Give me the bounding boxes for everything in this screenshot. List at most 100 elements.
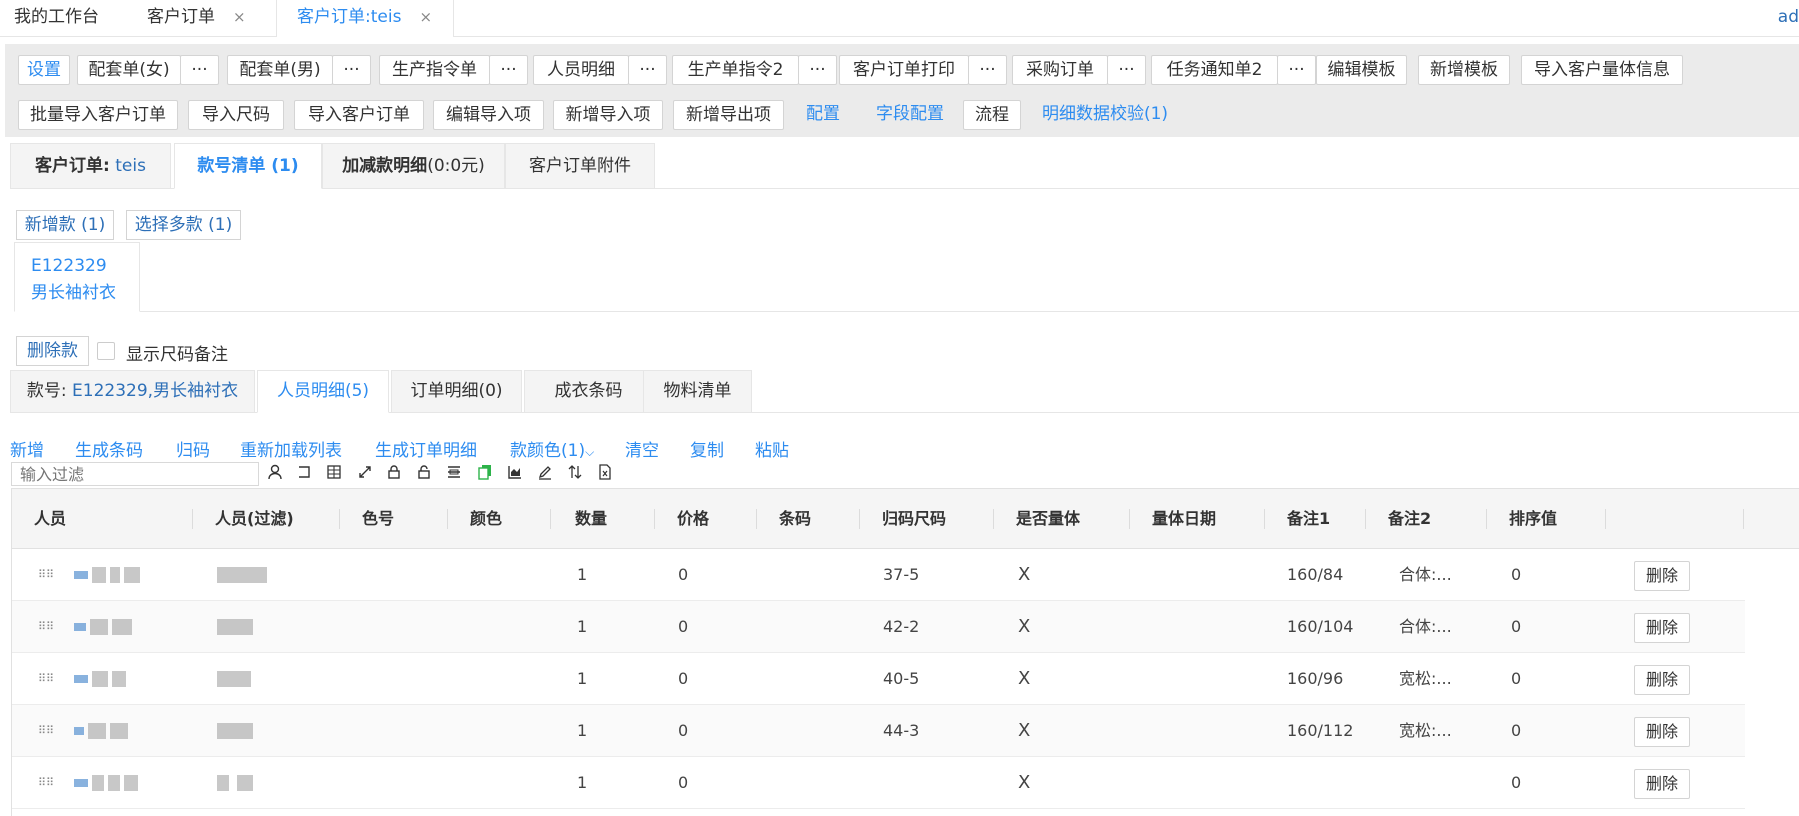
tab-order-attachments[interactable]: 客户订单附件 — [505, 143, 655, 189]
table-row[interactable]: ⠿⠿ 1 0 44-3 X 160/112 宽松:... 0 删除 — [12, 705, 1745, 757]
edit-import-item-button[interactable]: 编辑导入项 — [433, 100, 544, 130]
add-link[interactable]: 新增 — [10, 436, 44, 461]
column-header[interactable]: 条码 — [779, 489, 811, 549]
delete-style-button[interactable]: 删除款 — [16, 336, 89, 366]
table-row[interactable]: ⠿⠿ 1 0 X 0 删除 — [12, 757, 1745, 809]
field-config-link[interactable]: 字段配置 — [865, 100, 955, 130]
detail-data-validation-link[interactable]: 明细数据校验(1) — [1035, 100, 1175, 130]
workflow-button[interactable]: 流程 — [963, 100, 1021, 130]
paste-link[interactable]: 粘贴 — [755, 436, 789, 461]
tab-garment-barcode[interactable]: 成衣条码 — [524, 370, 653, 413]
column-header[interactable]: 是否量体 — [1016, 489, 1080, 549]
tab-personnel-detail[interactable]: 人员明细(5) — [257, 370, 389, 413]
more-button[interactable]: ··· — [1107, 55, 1146, 85]
personnel-detail-button[interactable]: 人员明细 — [533, 55, 629, 85]
style-color-dropdown[interactable]: 款颜色(1)⌵ — [510, 436, 594, 461]
excel-icon[interactable] — [596, 464, 614, 482]
chart-icon[interactable] — [506, 464, 524, 482]
close-icon[interactable]: × — [233, 8, 246, 26]
table-row[interactable]: ⠿⠿ 1 0 37-5 X 160/84 合体:... 0 删除 — [12, 549, 1745, 601]
reload-list-link[interactable]: 重新加载列表 — [240, 436, 342, 461]
drag-handle-icon[interactable]: ⠿⠿ — [38, 621, 54, 633]
delete-row-button[interactable]: 删除 — [1634, 769, 1690, 799]
list-icon[interactable] — [445, 464, 463, 482]
column-header[interactable]: 备注2 — [1388, 489, 1431, 549]
settings-button[interactable]: 设置 — [18, 55, 70, 85]
more-button[interactable]: ··· — [968, 55, 1007, 85]
delete-row-button[interactable]: 删除 — [1634, 665, 1690, 695]
tab-workbench[interactable]: 我的工作台 — [0, 0, 99, 37]
production-order-button[interactable]: 生产指令单 — [379, 55, 490, 85]
lock-icon[interactable] — [385, 464, 403, 482]
import-customer-order-button[interactable]: 导入客户订单 — [294, 100, 424, 130]
edit-icon[interactable] — [536, 464, 554, 482]
size-mapping-link[interactable]: 归码 — [176, 436, 210, 461]
new-import-item-button[interactable]: 新增导入项 — [553, 100, 663, 130]
drag-handle-icon[interactable]: ⠿⠿ — [38, 569, 54, 581]
table-row[interactable]: ⠿⠿ 1 0 42-2 X 160/104 合体:... 0 删除 — [12, 601, 1745, 653]
production-order-2-button[interactable]: 生产单指令2 — [672, 55, 799, 85]
tab-style-info[interactable]: 款号: E122329,男长袖衬衣 — [10, 370, 255, 413]
more-button[interactable]: ··· — [1277, 55, 1316, 85]
tab-customer-orders[interactable]: 客户订单 × — [133, 0, 246, 37]
add-style-button[interactable]: 新增款 (1) — [16, 210, 114, 240]
show-size-note-checkbox[interactable] — [97, 342, 115, 360]
delete-row-button[interactable]: 删除 — [1634, 717, 1690, 747]
expand-icon[interactable] — [356, 464, 374, 482]
close-icon[interactable]: × — [419, 8, 432, 26]
copy-link[interactable]: 复制 — [690, 436, 724, 461]
column-header[interactable]: 备注1 — [1287, 489, 1330, 549]
user-icon[interactable] — [266, 464, 284, 482]
unlock-icon[interactable] — [415, 464, 433, 482]
select-multiple-styles-button[interactable]: 选择多款 (1) — [126, 210, 241, 240]
delete-row-button[interactable]: 删除 — [1634, 613, 1690, 643]
bracket-icon[interactable] — [295, 464, 313, 482]
more-button[interactable]: ··· — [180, 55, 219, 85]
column-header[interactable]: 色号 — [362, 489, 394, 549]
generate-barcode-link[interactable]: 生成条码 — [75, 436, 143, 461]
column-header[interactable]: 人员(过滤) — [215, 489, 294, 549]
edit-template-button[interactable]: 编辑模板 — [1316, 55, 1407, 85]
table-row[interactable]: ⠿⠿ 1 0 40-5 X 160/96 宽松:... 0 删除 — [12, 653, 1745, 705]
drag-handle-icon[interactable]: ⠿⠿ — [38, 777, 54, 789]
more-button[interactable]: ··· — [628, 55, 667, 85]
column-header[interactable]: 归码尺码 — [882, 489, 946, 549]
column-header[interactable]: 排序值 — [1509, 489, 1557, 549]
import-sizes-button[interactable]: 导入尺码 — [188, 100, 284, 130]
tab-customer-order[interactable]: 客户订单: teis — [10, 143, 171, 189]
column-header[interactable]: 数量 — [575, 489, 607, 549]
config-link[interactable]: 配置 — [795, 100, 851, 130]
clear-link[interactable]: 清空 — [625, 436, 659, 461]
column-header[interactable]: 颜色 — [470, 489, 502, 549]
more-button[interactable]: ··· — [332, 55, 371, 85]
sort-icon[interactable] — [566, 464, 584, 482]
more-button[interactable]: ··· — [489, 55, 528, 85]
kit-sheet-male-button[interactable]: 配套单(男) — [227, 55, 333, 85]
batch-import-orders-button[interactable]: 批量导入客户订单 — [18, 100, 178, 130]
filter-input[interactable] — [11, 462, 259, 486]
kit-sheet-female-button[interactable]: 配套单(女) — [77, 55, 181, 85]
import-measurement-button[interactable]: 导入客户量体信息 — [1521, 55, 1683, 85]
tab-style-list[interactable]: 款号清单 (1) — [174, 143, 322, 189]
column-header[interactable]: 人员 — [34, 489, 66, 549]
task-notice-2-button[interactable]: 任务通知单2 — [1151, 55, 1278, 85]
new-export-item-button[interactable]: 新增导出项 — [673, 100, 784, 130]
tab-order-detail[interactable]: 订单明细(0) — [391, 370, 522, 413]
drag-handle-icon[interactable]: ⠿⠿ — [38, 725, 54, 737]
column-header[interactable]: 量体日期 — [1152, 489, 1216, 549]
column-header[interactable]: 价格 — [677, 489, 709, 549]
new-template-button[interactable]: 新增模板 — [1418, 55, 1510, 85]
more-button[interactable]: ··· — [798, 55, 837, 85]
copy-icon[interactable] — [476, 464, 494, 482]
tab-material-list[interactable]: 物料清单 — [643, 370, 752, 413]
generate-order-detail-link[interactable]: 生成订单明细 — [375, 436, 477, 461]
tab-customer-order-teis[interactable]: 客户订单:teis × — [276, 0, 454, 37]
user-menu[interactable]: ad — [1778, 0, 1799, 34]
columns-icon[interactable] — [325, 464, 343, 482]
drag-handle-icon[interactable]: ⠿⠿ — [38, 673, 54, 685]
print-customer-order-button[interactable]: 客户订单打印 — [839, 55, 969, 85]
purchase-order-button[interactable]: 采购订单 — [1012, 55, 1108, 85]
style-card[interactable]: E122329 男长袖衬衣 — [14, 242, 140, 312]
delete-row-button[interactable]: 删除 — [1634, 561, 1690, 591]
tab-adjustment-detail[interactable]: 加减款明细(0:0元) — [322, 143, 505, 189]
